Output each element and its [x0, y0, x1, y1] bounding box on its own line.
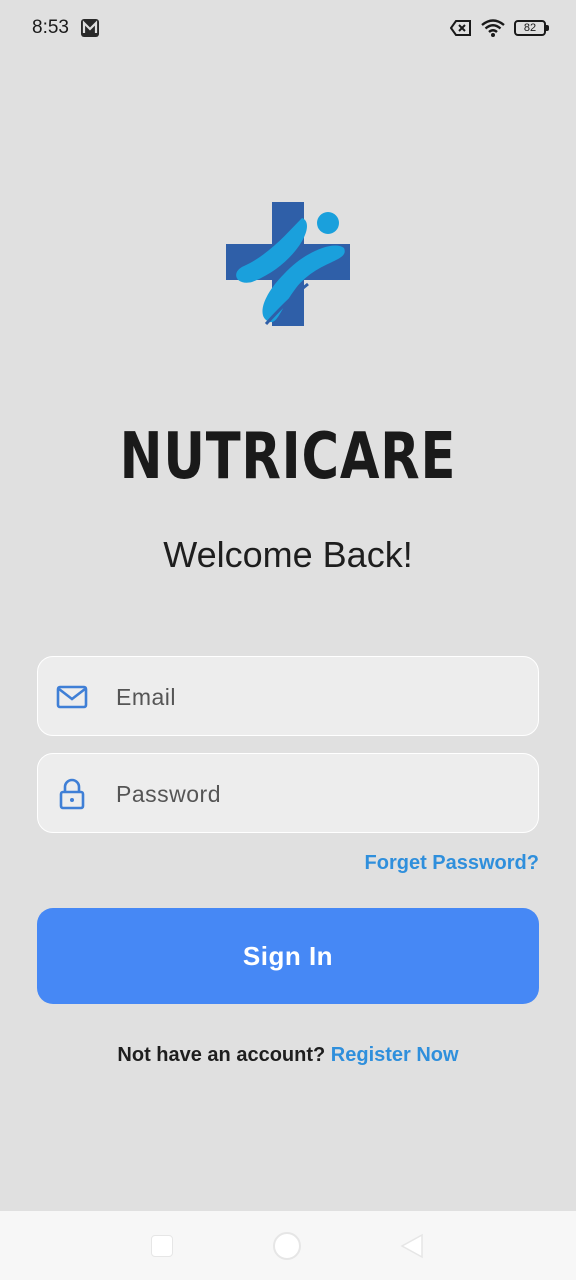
back-icon[interactable] [400, 1233, 424, 1259]
wifi-icon [481, 19, 505, 37]
register-question: Not have an account? [117, 1044, 326, 1066]
home-icon[interactable] [273, 1232, 301, 1260]
welcome-heading: Welcome Back! [163, 534, 413, 575]
register-now-link[interactable]: Register Now [331, 1044, 459, 1066]
status-time: 8:53 [32, 17, 69, 38]
email-field[interactable] [37, 656, 539, 737]
status-bar: 8:53 82 [0, 0, 576, 58]
password-field[interactable] [37, 753, 539, 834]
brand-title: NUTRICARE [119, 420, 457, 494]
system-nav-bar [0, 1211, 576, 1280]
recent-apps-icon[interactable] [151, 1235, 173, 1257]
forgot-password-link[interactable]: Forget Password? [365, 852, 539, 875]
password-input[interactable] [114, 754, 518, 834]
lock-icon [59, 778, 85, 810]
sign-in-button[interactable]: Sign In [37, 908, 539, 1004]
medical-cross-people-logo [226, 202, 350, 326]
email-input[interactable] [114, 657, 518, 737]
battery-icon: 82 [514, 20, 549, 36]
register-prompt: Not have an account? Register Now [0, 1044, 576, 1067]
battery-level: 82 [523, 22, 537, 34]
status-icons: 82 [450, 18, 549, 38]
no-sim-icon [450, 20, 471, 36]
notification-m-icon [81, 19, 99, 37]
mail-icon [56, 685, 88, 709]
